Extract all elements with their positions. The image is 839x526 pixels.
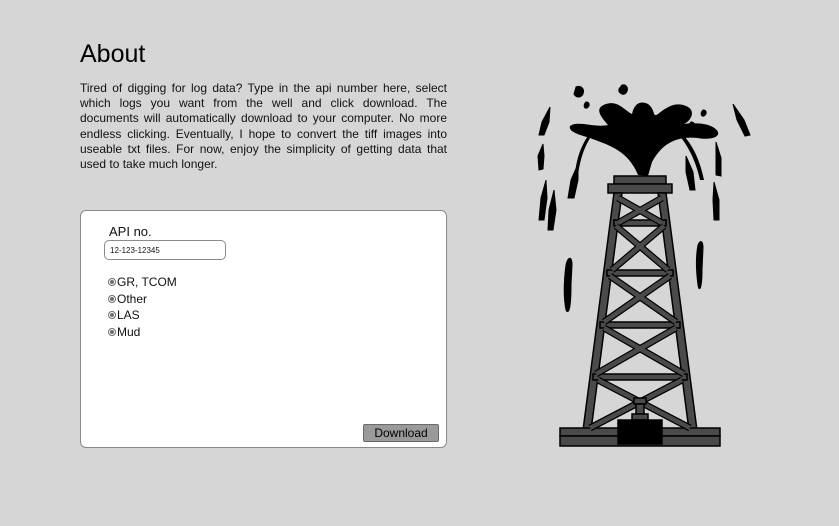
log-options-list: GR, TCOM Other LAS Mud — [108, 274, 177, 340]
log-option-label: Other — [117, 291, 148, 306]
page: About Tired of digging for log data? Typ… — [0, 0, 839, 526]
radio-button[interactable] — [108, 294, 116, 303]
download-form: API no. GR, TCOM Other LAS Mud Download — [80, 210, 447, 448]
radio-button[interactable] — [108, 278, 116, 287]
download-button[interactable]: Download — [363, 424, 439, 442]
radio-button[interactable] — [108, 311, 116, 320]
api-number-input[interactable] — [104, 240, 226, 260]
log-option-label: GR, TCOM — [117, 275, 177, 290]
page-title: About — [80, 40, 146, 68]
api-label: API no. — [109, 224, 152, 239]
log-option-label: Mud — [117, 324, 141, 339]
log-option-other[interactable]: Other — [108, 291, 177, 308]
log-option-gr-tcom[interactable]: GR, TCOM — [108, 274, 177, 291]
about-description: Tired of digging for log data? Type in t… — [80, 81, 447, 172]
radio-button[interactable] — [108, 327, 116, 336]
log-option-mud[interactable]: Mud — [108, 324, 177, 341]
log-option-label: LAS — [117, 308, 140, 323]
oil-derrick-gusher-icon — [537, 84, 751, 447]
log-option-las[interactable]: LAS — [108, 307, 177, 324]
